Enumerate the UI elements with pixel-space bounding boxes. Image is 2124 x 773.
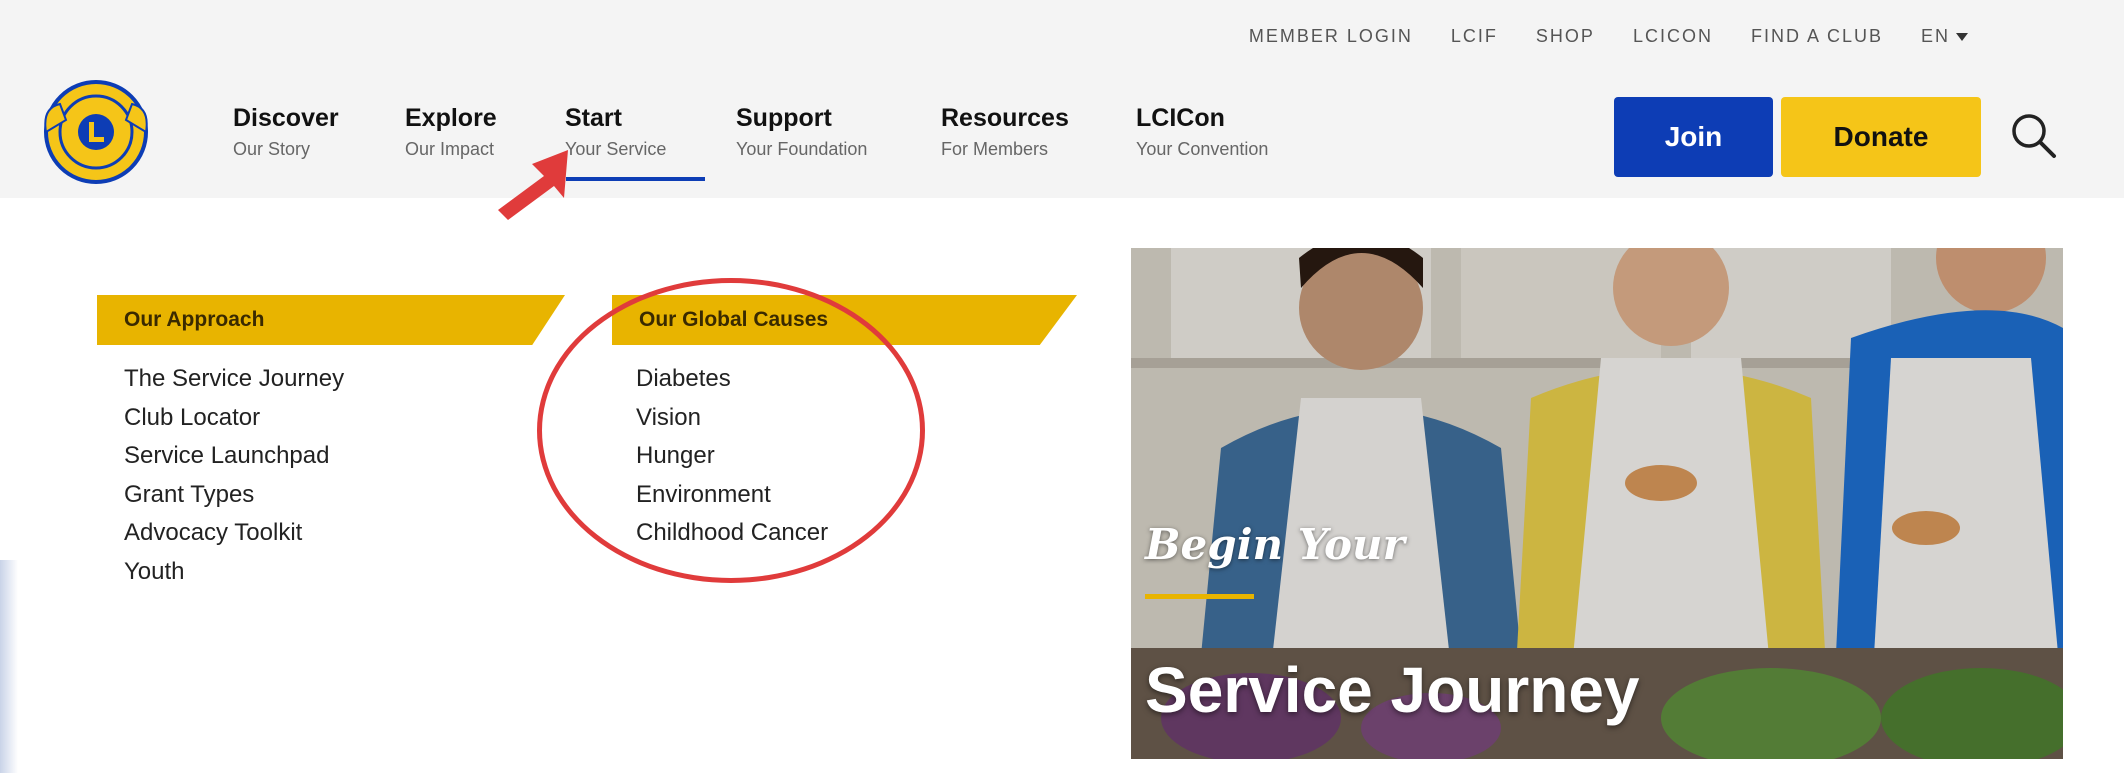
menu-item-advocacy-toolkit[interactable]: Advocacy Toolkit <box>124 514 344 553</box>
annotation-highlight-circle <box>537 278 925 583</box>
lcicon-link[interactable]: LCICON <box>1633 26 1713 47</box>
service-journey-promo[interactable]: Begin Your Service Journey <box>1131 248 2063 759</box>
nav-title: Support <box>736 104 832 132</box>
menu-item-service-launchpad[interactable]: Service Launchpad <box>124 437 344 476</box>
nav-item-explore[interactable]: Explore Our Impact <box>405 104 497 160</box>
nav-title: Start <box>565 104 622 132</box>
nav-item-lcicon[interactable]: LCICon Your Convention <box>1136 104 1268 160</box>
our-approach-heading: Our Approach <box>97 295 565 345</box>
nav-title: Discover <box>233 104 339 132</box>
nav-item-discover[interactable]: Discover Our Story <box>233 104 339 160</box>
menu-item-club-locator[interactable]: Club Locator <box>124 399 344 438</box>
donate-button[interactable]: Donate <box>1781 97 1981 177</box>
language-label: EN <box>1920 26 1950 46</box>
lions-logo[interactable] <box>40 80 152 184</box>
nav-subtitle: Our Impact <box>405 139 495 159</box>
annotation-arrow-icon <box>498 150 568 220</box>
shop-link[interactable]: SHOP <box>1536 26 1595 47</box>
site-header: MEMBER LOGIN LCIF SHOP LCICON FIND A CLU… <box>0 0 2124 198</box>
nav-item-support[interactable]: Support Your Foundation <box>736 104 867 160</box>
nav-title: Resources <box>941 104 1069 132</box>
nav-subtitle: Your Convention <box>1136 139 1269 159</box>
nav-item-resources[interactable]: Resources For Members <box>941 104 1069 160</box>
nav-subtitle: For Members <box>941 139 1049 159</box>
promo-divider <box>1145 594 1254 599</box>
nav-subtitle: Our Story <box>233 139 311 159</box>
promo-kicker: Begin Your <box>1145 520 1405 569</box>
find-a-club-link[interactable]: FIND A CLUB <box>1751 26 1883 47</box>
search-icon[interactable] <box>2008 110 2058 160</box>
utility-nav: MEMBER LOGIN LCIF SHOP LCICON FIND A CLU… <box>1249 26 1968 47</box>
language-selector[interactable]: EN <box>1921 26 1968 47</box>
lcif-link[interactable]: LCIF <box>1451 26 1498 47</box>
approach-menu: The Service Journey Club Locator Service… <box>124 360 344 591</box>
menu-item-grant-types[interactable]: Grant Types <box>124 476 344 515</box>
nav-subtitle: Your Service <box>565 139 667 159</box>
caret-down-icon <box>1956 32 1968 41</box>
menu-item-service-journey[interactable]: The Service Journey <box>124 360 344 399</box>
active-nav-indicator <box>566 177 705 181</box>
nav-title: Explore <box>405 104 497 132</box>
menu-item-youth[interactable]: Youth <box>124 553 344 592</box>
member-login-link[interactable]: MEMBER LOGIN <box>1249 26 1413 47</box>
nav-subtitle: Your Foundation <box>736 139 868 159</box>
promo-title: Service Journey <box>1145 654 1640 726</box>
join-button[interactable]: Join <box>1614 97 1773 177</box>
nav-title: LCICon <box>1136 104 1225 132</box>
edge-decoration <box>0 560 18 773</box>
nav-item-start[interactable]: Start Your Service <box>565 104 666 160</box>
